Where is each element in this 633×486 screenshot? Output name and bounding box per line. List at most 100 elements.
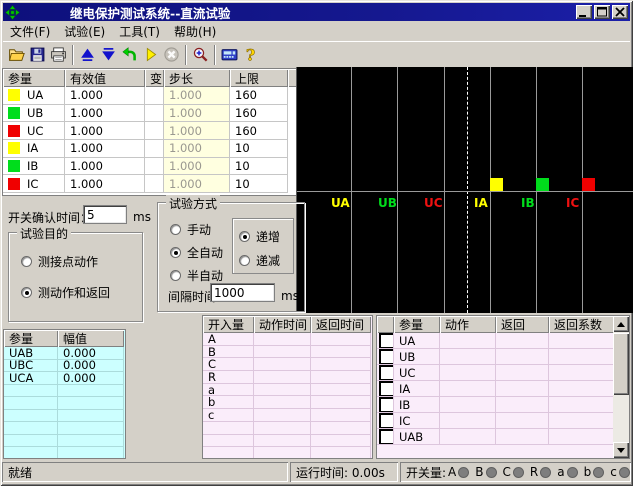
result-checkbox[interactable] <box>379 365 394 381</box>
menu-item-0[interactable]: 文件(F) <box>3 21 57 42</box>
param-value-cell[interactable]: 1.000 <box>65 140 145 158</box>
result-name-cell: UA <box>394 333 440 349</box>
param-name-cell[interactable]: IC <box>3 175 65 193</box>
param-limit-cell[interactable]: 10 <box>230 158 288 176</box>
result-row-IC[interactable]: IC <box>377 413 629 429</box>
result-checkbox[interactable] <box>379 381 394 397</box>
param-step-cell[interactable]: 1.000 <box>164 105 230 123</box>
mode-option-1[interactable]: 全自动 <box>170 244 223 261</box>
param-value-cell[interactable]: 1.000 <box>65 175 145 193</box>
input-row-a[interactable]: a <box>203 384 372 397</box>
result-row-UA[interactable]: UA <box>377 333 629 349</box>
param-name-cell[interactable]: UC <box>3 122 65 140</box>
input-row-A[interactable]: A <box>203 333 372 346</box>
param-variable-cell[interactable] <box>145 87 164 105</box>
param-limit-cell[interactable]: 10 <box>230 175 288 193</box>
input-row-b[interactable]: b <box>203 396 372 409</box>
help-icon[interactable]: ? <box>240 44 261 66</box>
purpose-radio-1[interactable] <box>21 287 32 298</box>
param-value-cell[interactable]: 1.000 <box>65 158 145 176</box>
move-down-icon[interactable] <box>98 44 119 66</box>
param-variable-cell[interactable] <box>145 175 164 193</box>
mode-radio-1[interactable] <box>170 247 181 258</box>
amp-row-UAB[interactable]: UAB0.000 <box>4 347 125 360</box>
param-row-IB[interactable]: IB1.0001.00010 <box>3 158 297 176</box>
direction-radio-0[interactable] <box>239 231 250 242</box>
param-step-cell[interactable]: 1.000 <box>164 140 230 158</box>
purpose-option-0[interactable]: 测接点动作 <box>21 253 98 270</box>
param-variable-cell[interactable] <box>145 122 164 140</box>
result-row-UAB[interactable]: UAB <box>377 429 629 445</box>
menu-item-2[interactable]: 工具(T) <box>112 21 167 42</box>
mode-option-2[interactable]: 半自动 <box>170 267 223 284</box>
run-icon[interactable] <box>140 44 161 66</box>
param-name-cell[interactable]: UA <box>3 87 65 105</box>
result-checkbox[interactable] <box>379 429 394 445</box>
result-scrollbar[interactable] <box>613 316 629 458</box>
param-limit-cell[interactable]: 160 <box>230 87 288 105</box>
minimize-button[interactable] <box>576 5 592 19</box>
menu-item-1[interactable]: 试验(E) <box>57 21 112 42</box>
move-up-icon[interactable] <box>77 44 98 66</box>
close-button[interactable] <box>612 5 628 19</box>
result-row-UB[interactable]: UB <box>377 349 629 365</box>
param-value-cell[interactable]: 1.000 <box>65 122 145 140</box>
scroll-thumb[interactable] <box>613 333 629 395</box>
result-checkbox[interactable] <box>379 349 394 365</box>
param-variable-cell[interactable] <box>145 105 164 123</box>
undo-icon[interactable] <box>119 44 140 66</box>
direction-option-1[interactable]: 递减 <box>239 252 280 269</box>
param-name-cell[interactable]: IA <box>3 140 65 158</box>
result-row-IB[interactable]: IB <box>377 397 629 413</box>
save-icon[interactable] <box>27 44 48 66</box>
param-row-UC[interactable]: UC1.0001.000160 <box>3 122 297 140</box>
result-row-IA[interactable]: IA <box>377 381 629 397</box>
input-time-cell <box>254 384 311 397</box>
param-name-cell[interactable]: UB <box>3 105 65 123</box>
input-row-C[interactable]: C <box>203 358 372 371</box>
param-limit-cell[interactable]: 160 <box>230 122 288 140</box>
purpose-option-1[interactable]: 测动作和返回 <box>21 284 110 301</box>
open-icon[interactable] <box>6 44 27 66</box>
result-checkbox[interactable] <box>379 333 394 349</box>
direction-option-0[interactable]: 递增 <box>239 228 280 245</box>
menu-item-3[interactable]: 帮助(H) <box>167 21 223 42</box>
param-limit-cell[interactable]: 160 <box>230 105 288 123</box>
input-row-R[interactable]: R <box>203 371 372 384</box>
zoom-icon[interactable] <box>190 44 211 66</box>
direction-radio-1[interactable] <box>239 255 250 266</box>
param-step-cell[interactable]: 1.000 <box>164 175 230 193</box>
param-name-cell[interactable]: IB <box>3 158 65 176</box>
param-row-UA[interactable]: UA1.0001.000160 <box>3 87 297 105</box>
param-variable-cell[interactable] <box>145 158 164 176</box>
input-row-B[interactable]: B <box>203 346 372 359</box>
amp-row-UCA[interactable]: UCA0.000 <box>4 372 125 385</box>
param-variable-cell[interactable] <box>145 140 164 158</box>
mode-radio-2[interactable] <box>170 270 181 281</box>
param-value-cell[interactable]: 1.000 <box>65 87 145 105</box>
param-row-UB[interactable]: UB1.0001.000160 <box>3 105 297 123</box>
scroll-up-button[interactable] <box>613 316 629 332</box>
result-checkbox[interactable] <box>379 397 394 413</box>
stop-icon[interactable] <box>161 44 182 66</box>
mode-radio-0[interactable] <box>170 224 181 235</box>
calculator-icon[interactable] <box>219 44 240 66</box>
print-icon[interactable] <box>48 44 69 66</box>
purpose-radio-0[interactable] <box>21 256 32 267</box>
mode-option-0[interactable]: 手动 <box>170 221 211 238</box>
scroll-down-button[interactable] <box>613 442 629 458</box>
input-row-c[interactable]: c <box>203 409 372 422</box>
switch-confirm-input[interactable] <box>83 205 127 224</box>
interval-input[interactable] <box>210 283 275 302</box>
result-checkbox[interactable] <box>379 413 394 429</box>
param-row-IC[interactable]: IC1.0001.00010 <box>3 175 297 193</box>
param-step-cell[interactable]: 1.000 <box>164 158 230 176</box>
param-value-cell[interactable]: 1.000 <box>65 105 145 123</box>
maximize-button[interactable] <box>594 5 610 19</box>
param-limit-cell[interactable]: 10 <box>230 140 288 158</box>
param-row-IA[interactable]: IA1.0001.00010 <box>3 140 297 158</box>
param-step-cell[interactable]: 1.000 <box>164 87 230 105</box>
result-row-UC[interactable]: UC <box>377 365 629 381</box>
amp-row-UBC[interactable]: UBC0.000 <box>4 360 125 373</box>
param-step-cell[interactable]: 1.000 <box>164 122 230 140</box>
